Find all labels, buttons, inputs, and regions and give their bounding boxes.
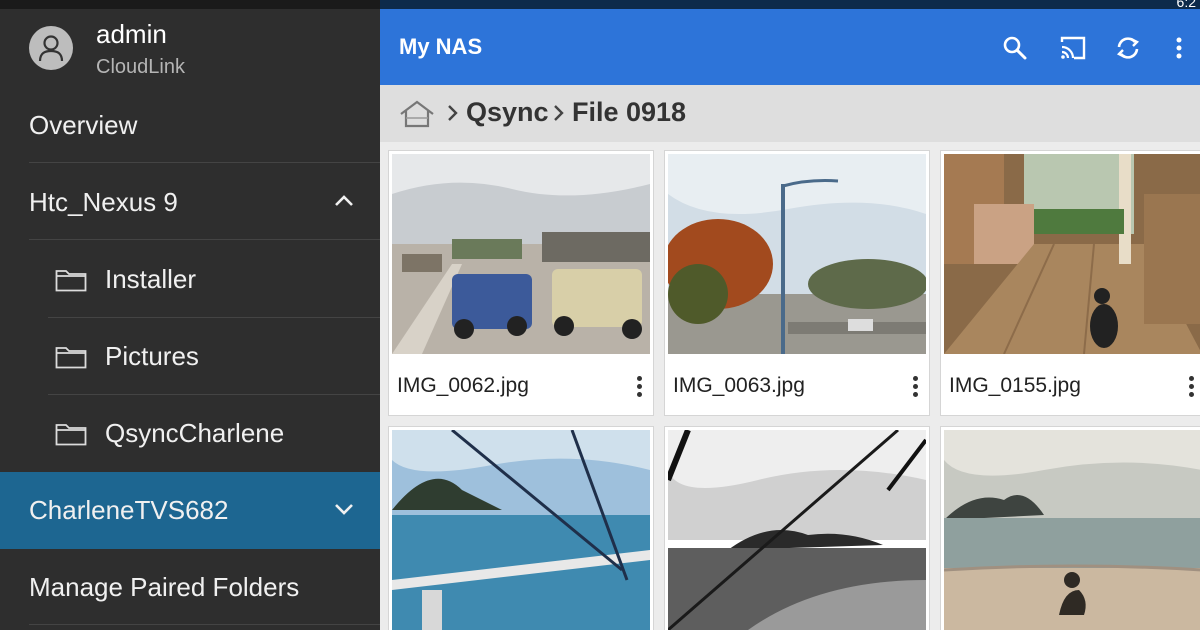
- account-server: CloudLink: [96, 56, 185, 78]
- bw-sea-photo: [668, 430, 926, 630]
- image-thumbnail[interactable]: [944, 154, 1200, 354]
- nav-item-charlenetvs682[interactable]: CharleneTVS682: [0, 472, 380, 549]
- search-icon[interactable]: [1002, 35, 1028, 61]
- nav-item-label: CharleneTVS682: [29, 495, 229, 525]
- status-bar-left: [0, 0, 380, 9]
- chevron-right-icon: [448, 105, 458, 121]
- navigation-drawer: admin CloudLink Overview Htc_Nexus 9 Ins…: [0, 9, 380, 630]
- divider: [29, 239, 380, 240]
- file-name: IMG_0155.jpg: [949, 374, 1081, 397]
- file-card[interactable]: IMG_0063.jpg: [664, 150, 930, 416]
- nav-item-label: Overview: [29, 110, 138, 140]
- more-vert-icon[interactable]: [635, 374, 643, 400]
- beach-photo: [944, 430, 1200, 630]
- nav-item-label: Htc_Nexus 9: [29, 187, 178, 217]
- sea-boat-photo: [392, 430, 650, 630]
- more-vert-icon[interactable]: [1187, 374, 1195, 400]
- park-photo: [668, 154, 926, 354]
- app-bar: My NAS: [380, 9, 1200, 85]
- image-thumbnail[interactable]: [392, 430, 650, 630]
- image-thumbnail[interactable]: [944, 430, 1200, 630]
- nav-item-label: QsyncCharlene: [105, 418, 285, 448]
- nav-item-qsynccharlene[interactable]: QsyncCharlene: [0, 395, 380, 472]
- status-bar: 6:2: [0, 0, 1200, 10]
- image-thumbnail[interactable]: [668, 430, 926, 630]
- more-vert-icon[interactable]: [1173, 35, 1185, 61]
- street-photo: [392, 154, 650, 354]
- divider: [29, 624, 380, 625]
- file-card[interactable]: IMG_0062.jpg: [388, 150, 654, 416]
- refresh-icon[interactable]: [1115, 35, 1141, 61]
- file-grid: IMG_0062.jpg IMG_0063.jpg IMG_0155.jpg: [380, 142, 1200, 630]
- file-name: IMG_0062.jpg: [397, 374, 529, 397]
- file-name: IMG_0063.jpg: [673, 374, 805, 397]
- avatar-icon: [29, 26, 73, 70]
- nav-item-pictures[interactable]: Pictures: [0, 318, 380, 395]
- folder-icon: [55, 270, 87, 292]
- account-name: admin: [96, 19, 167, 49]
- nav-item-manage-paired-folders[interactable]: Manage Paired Folders: [0, 549, 380, 626]
- file-card[interactable]: [940, 426, 1200, 630]
- folder-icon: [55, 347, 87, 369]
- cast-icon[interactable]: [1059, 35, 1087, 61]
- breadcrumb: Qsync File 0918: [380, 85, 1200, 142]
- image-thumbnail[interactable]: [392, 154, 650, 354]
- nav-item-label: Pictures: [105, 341, 199, 371]
- divider: [29, 162, 380, 163]
- nav-item-overview[interactable]: Overview: [0, 87, 380, 164]
- file-card[interactable]: [388, 426, 654, 630]
- folder-icon: [55, 424, 87, 446]
- chevron-down-icon[interactable]: [332, 497, 356, 521]
- person-icon: [38, 35, 64, 62]
- image-thumbnail[interactable]: [668, 154, 926, 354]
- nav-item-label: Manage Paired Folders: [29, 572, 300, 602]
- more-vert-icon[interactable]: [911, 374, 919, 400]
- home-icon[interactable]: [399, 100, 435, 128]
- cafe-photo: [944, 154, 1200, 354]
- file-card[interactable]: [664, 426, 930, 630]
- breadcrumb-item[interactable]: Qsync: [466, 97, 549, 128]
- account-header[interactable]: admin CloudLink: [0, 9, 380, 87]
- nav-item-htc-nexus-9[interactable]: Htc_Nexus 9: [0, 164, 380, 241]
- chevron-right-icon: [554, 105, 564, 121]
- app-title: My NAS: [399, 34, 483, 59]
- file-card[interactable]: IMG_0155.jpg: [940, 150, 1200, 416]
- nav-item-installer[interactable]: Installer: [0, 241, 380, 318]
- chevron-up-icon[interactable]: [332, 189, 356, 213]
- nav-item-label: Installer: [105, 264, 197, 294]
- breadcrumb-item-current[interactable]: File 0918: [572, 97, 686, 128]
